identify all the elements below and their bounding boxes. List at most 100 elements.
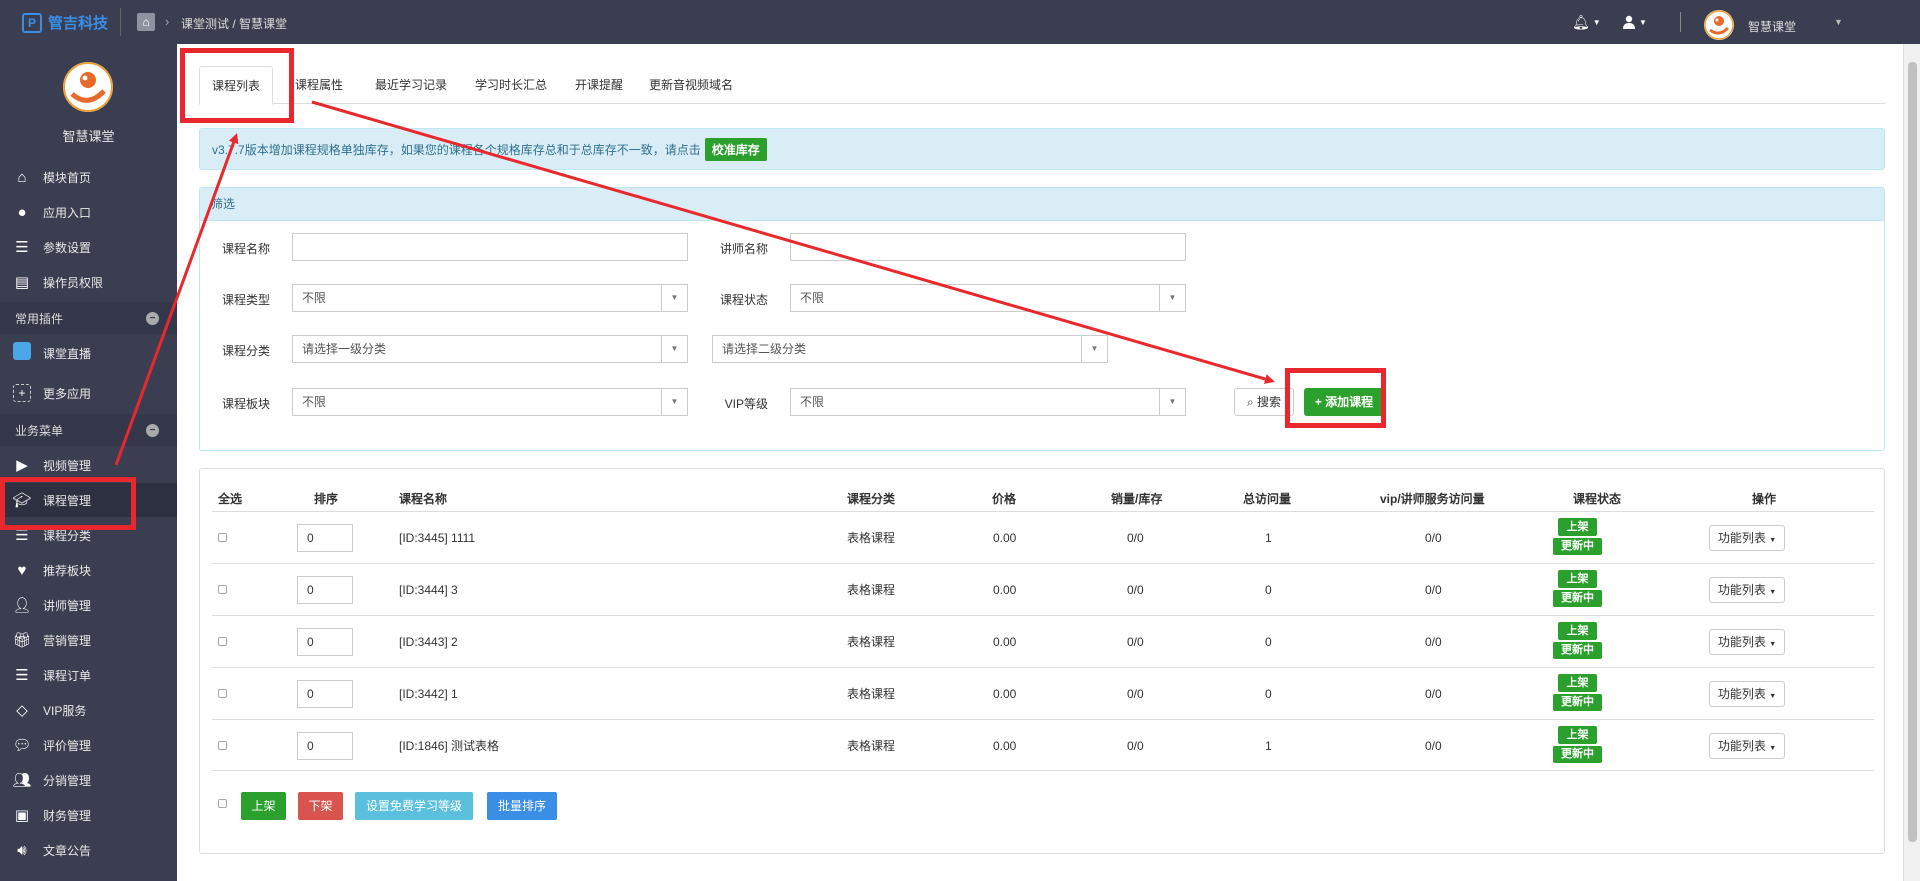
status-badge[interactable]: 上架 <box>1558 518 1597 536</box>
tab-course-reminder[interactable]: 开课提醒 <box>563 66 635 104</box>
label-course-type: 课程类型 <box>221 293 270 307</box>
teacher-name-input[interactable] <box>790 233 1186 261</box>
category-level1-select[interactable]: 请选择一级分类 ▼ <box>292 335 688 363</box>
status-badge[interactable]: 上架 <box>1558 674 1597 692</box>
sort-input[interactable]: 0 <box>297 628 353 656</box>
update-status-badge[interactable]: 更新中 <box>1553 746 1602 763</box>
status-badge[interactable]: 上架 <box>1558 622 1597 640</box>
tab-course-list[interactable]: 课程列表 <box>199 66 274 105</box>
user-menu-button[interactable]: ▼ <box>1622 0 1647 44</box>
sidebar-item-label: 更多应用 <box>43 386 92 401</box>
sidebar-item-live[interactable]: 课堂直播 <box>0 336 177 370</box>
sidebar-item-recommend-blocks[interactable]: ♥ 推荐板块 <box>0 553 177 587</box>
sidebar-item-operator-permissions[interactable]: ▤ 操作员权限 <box>0 265 177 299</box>
function-list-dropdown[interactable]: 功能列表 ▼ <box>1709 577 1785 603</box>
sidebar-item-distribution[interactable]: 👥︎ 分销管理 <box>0 763 177 797</box>
sort-input[interactable]: 0 <box>297 680 353 708</box>
batch-sort-button[interactable]: 批量排序 <box>487 792 557 820</box>
sidebar: 智慧课堂 ⌂ 模块首页 ● 应用入口 ☰ 参数设置 ▤ 操作员权限 常用插件 −… <box>0 44 177 881</box>
bulk-select-checkbox[interactable] <box>218 799 227 808</box>
scrollbar-thumb[interactable] <box>1908 62 1917 842</box>
sidebar-item-app-entry[interactable]: ● 应用入口 <box>0 195 177 229</box>
money-icon: ▣ <box>14 807 30 824</box>
sidebar-item-course-management[interactable]: 🎓︎ 课程管理 <box>0 483 177 517</box>
comment-icon: 💬︎ <box>12 737 32 754</box>
users-icon: 👥︎ <box>12 772 32 789</box>
course-price: 0.00 <box>993 635 1017 649</box>
sidebar-item-articles[interactable]: 🔊︎ 文章公告 <box>0 833 177 867</box>
sidebar-item-vip[interactable]: ◇ VIP服务 <box>0 693 177 727</box>
course-status-select[interactable]: 不限 ▼ <box>790 284 1186 312</box>
scrollbar[interactable] <box>1903 44 1920 881</box>
row-checkbox[interactable] <box>218 637 227 646</box>
update-status-badge[interactable]: 更新中 <box>1553 538 1602 555</box>
row-checkbox[interactable] <box>218 741 227 750</box>
function-list-dropdown[interactable]: 功能列表 ▼ <box>1709 681 1785 707</box>
brand-logo[interactable]: P 管吉科技 <box>22 12 108 33</box>
function-list-dropdown[interactable]: 功能列表 ▼ <box>1709 733 1785 759</box>
course-type-select[interactable]: 不限 ▼ <box>292 284 688 312</box>
sidebar-group-plugins[interactable]: 常用插件 − <box>0 302 177 334</box>
status-badge[interactable]: 上架 <box>1558 726 1597 744</box>
course-name-input[interactable] <box>292 233 688 261</box>
row-checkbox[interactable] <box>218 689 227 698</box>
set-free-level-button[interactable]: 设置免费学习等级 <box>355 792 473 820</box>
sidebar-group-label: 常用插件 <box>15 311 64 326</box>
profile-avatar[interactable] <box>63 62 113 112</box>
tab-update-media-domain[interactable]: 更新音视频域名 <box>637 66 745 104</box>
sidebar-item-label: 课程订单 <box>43 668 92 683</box>
sidebar-item-finance[interactable]: ▣ 财务管理 <box>0 798 177 832</box>
username[interactable]: 智慧课堂 <box>1748 18 1796 35</box>
category-level2-select[interactable]: 请选择二级分类 ▼ <box>712 335 1108 363</box>
avatar[interactable] <box>1704 10 1734 40</box>
sidebar-item-settings[interactable]: ☰ 参数设置 <box>0 230 177 264</box>
sort-input[interactable]: 0 <box>297 576 353 604</box>
tab-study-duration[interactable]: 学习时长汇总 <box>463 66 559 104</box>
collapse-icon[interactable]: − <box>146 312 159 325</box>
sidebar-item-more-apps[interactable]: + 更多应用 <box>0 376 177 410</box>
header-actions: 操作 <box>1752 492 1777 506</box>
collapse-icon[interactable]: − <box>146 424 159 437</box>
function-list-dropdown[interactable]: 功能列表 ▼ <box>1709 629 1785 655</box>
sidebar-item-home[interactable]: ⌂ 模块首页 <box>0 160 177 194</box>
total-visits: 0 <box>1265 635 1272 649</box>
search-button[interactable]: ⌕ 搜索 <box>1234 388 1294 416</box>
course-category: 表格课程 <box>847 583 896 597</box>
label-teacher-name: 讲师名称 <box>719 242 768 256</box>
update-status-badge[interactable]: 更新中 <box>1553 694 1602 711</box>
row-checkbox[interactable] <box>218 533 227 542</box>
add-course-button[interactable]: + 添加课程 <box>1304 388 1384 416</box>
sort-input[interactable]: 0 <box>297 732 353 760</box>
sidebar-item-teachers[interactable]: 👤︎ 讲师管理 <box>0 588 177 622</box>
caret-down-icon[interactable]: ▼ <box>1834 17 1843 27</box>
update-status-badge[interactable]: 更新中 <box>1553 642 1602 659</box>
sidebar-item-reviews[interactable]: 💬︎ 评价管理 <box>0 728 177 762</box>
course-category: 表格课程 <box>847 531 896 545</box>
sort-input[interactable]: 0 <box>297 524 353 552</box>
vip-level-select[interactable]: 不限 ▼ <box>790 388 1186 416</box>
sidebar-item-video[interactable]: ▶ 视频管理 <box>0 448 177 482</box>
calibrate-stock-button[interactable]: 校准库存 <box>704 137 767 161</box>
tab-recent-study[interactable]: 最近学习记录 <box>363 66 459 104</box>
label-course-category: 课程分类 <box>221 344 270 358</box>
notification-bell-button[interactable]: 🔔︎ ▼ <box>1572 0 1601 44</box>
home-icon[interactable]: ⌂ <box>137 13 155 31</box>
status-badge[interactable]: 上架 <box>1558 570 1597 588</box>
function-list-dropdown[interactable]: 功能列表 ▼ <box>1709 525 1785 551</box>
sidebar-group-business[interactable]: 业务菜单 − <box>0 414 177 446</box>
sidebar-item-orders[interactable]: ☰ 课程订单 <box>0 658 177 692</box>
course-block-select[interactable]: 不限 ▼ <box>292 388 688 416</box>
header-select-all[interactable]: 全选 <box>218 490 242 507</box>
course-name: [ID:3443] 2 <box>399 635 458 649</box>
tab-bar: 课程列表 课程属性 最近学习记录 学习时长汇总 开课提醒 更新音视频域名 <box>199 66 1885 105</box>
bulk-publish-button[interactable]: 上架 <box>241 792 286 820</box>
course-name: [ID:1846] 测试表格 <box>399 739 500 753</box>
row-checkbox[interactable] <box>218 585 227 594</box>
sidebar-item-marketing[interactable]: 🎁︎ 营销管理 <box>0 623 177 657</box>
update-status-badge[interactable]: 更新中 <box>1553 590 1602 607</box>
breadcrumb[interactable]: 课堂测试 / 智慧课堂 <box>181 15 287 32</box>
bulk-unpublish-button[interactable]: 下架 <box>298 792 343 820</box>
sidebar-item-course-category[interactable]: ☰ 课程分类 <box>0 518 177 552</box>
tab-course-attributes[interactable]: 课程属性 <box>283 66 355 104</box>
course-category: 表格课程 <box>847 687 896 701</box>
